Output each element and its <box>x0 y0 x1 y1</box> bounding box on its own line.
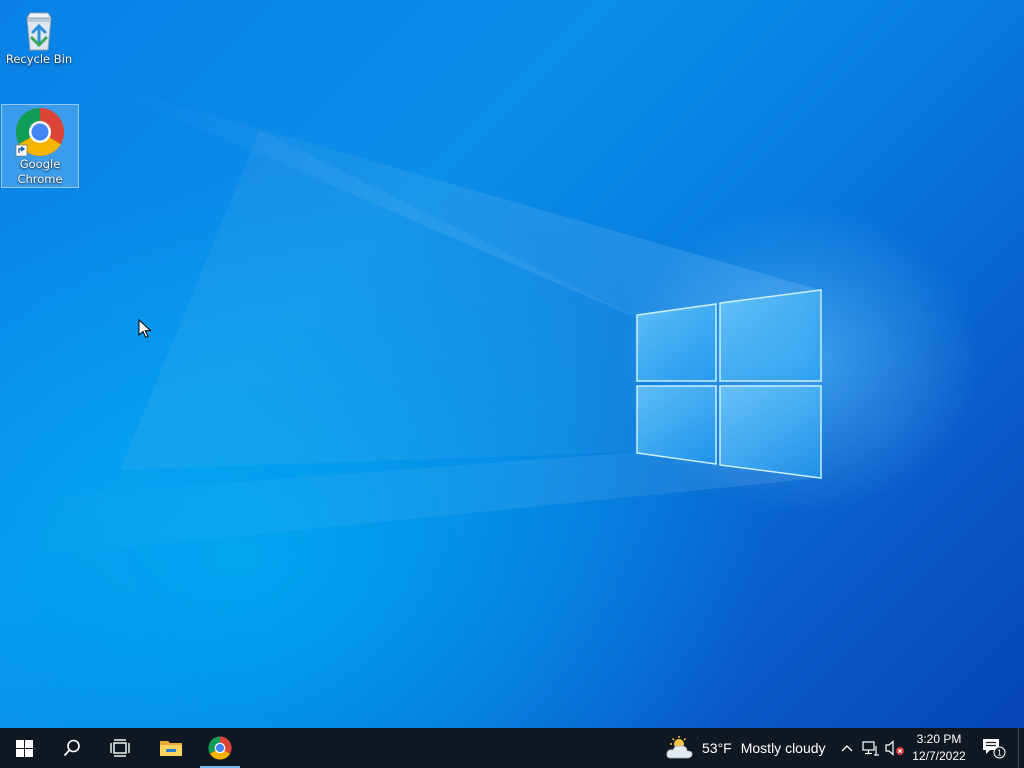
clock-date: 12/7/2022 <box>912 749 966 763</box>
network-button[interactable] <box>860 728 882 768</box>
search-icon <box>63 739 80 757</box>
wallpaper-windows-logo <box>636 289 822 479</box>
show-desktop-button[interactable] <box>1018 728 1024 768</box>
partly-cloudy-icon <box>666 736 693 759</box>
start-button[interactable] <box>0 728 48 768</box>
weather-temperature: 53°F <box>702 740 732 756</box>
desktop-icon-label-line-2: Chrome <box>17 172 63 186</box>
desktop-icon-recycle-bin[interactable]: Recycle Bin <box>1 6 77 78</box>
action-center-button[interactable]: 1 <box>980 728 1008 768</box>
network-disconnected-icon <box>862 741 879 756</box>
desktop[interactable]: Recycle Bin Google Chrome <box>0 0 1024 728</box>
weather-condition: Mostly cloudy <box>740 740 826 756</box>
volume-muted-icon <box>885 740 904 756</box>
chrome-icon <box>15 107 65 157</box>
windows-logo-icon <box>15 739 33 757</box>
desktop-icon-google-chrome[interactable]: Google Chrome <box>1 104 79 188</box>
mouse-cursor-icon <box>138 319 152 339</box>
action-center-icon: 1 <box>983 739 1006 759</box>
chrome-icon <box>208 736 232 760</box>
recycle-bin-icon <box>26 12 52 51</box>
folder-icon <box>160 741 182 756</box>
file-explorer-button[interactable] <box>147 728 195 768</box>
weather-widget[interactable]: 53°F Mostly cloudy <box>666 728 826 768</box>
clock[interactable]: 3:20 PM 12/7/2022 <box>906 731 972 767</box>
task-view-icon <box>110 739 130 757</box>
search-button[interactable] <box>48 728 96 768</box>
notification-count: 1 <box>997 748 1002 758</box>
taskbar: 53°F Mostly cloudy 3:20 PM 12/7/2022 1 <box>0 728 1024 768</box>
chevron-up-icon <box>841 745 853 752</box>
clock-time: 3:20 PM <box>916 732 962 746</box>
wallpaper-light-beams <box>0 80 820 560</box>
show-hidden-icons-button[interactable] <box>838 728 856 768</box>
volume-button[interactable] <box>884 728 906 768</box>
task-view-button[interactable] <box>96 728 144 768</box>
desktop-icon-label-line-1: Google <box>19 157 61 171</box>
google-chrome-taskbar-button[interactable] <box>196 728 244 768</box>
desktop-icon-label: Recycle Bin <box>5 52 73 66</box>
